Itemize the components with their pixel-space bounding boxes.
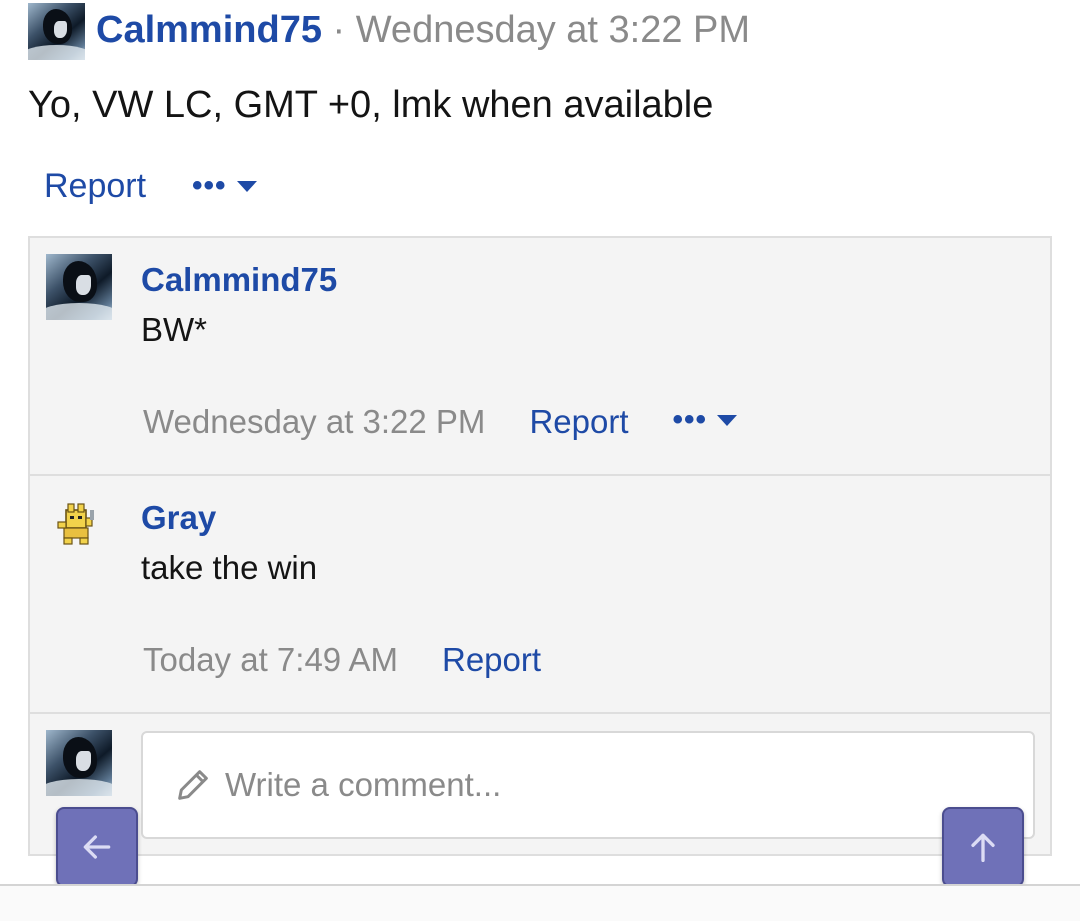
comment-report-link[interactable]: Report bbox=[442, 640, 541, 680]
write-comment-placeholder: Write a comment... bbox=[225, 766, 502, 803]
comment-report-link[interactable]: Report bbox=[529, 402, 628, 442]
arrow-left-icon bbox=[83, 835, 111, 859]
comment-meta: Today at 7:49 AM Report bbox=[143, 640, 541, 680]
write-comment-input[interactable]: Write a comment... bbox=[141, 731, 1035, 839]
comment-text: take the win bbox=[141, 549, 318, 586]
caret-down-icon bbox=[236, 180, 257, 192]
post-author-avatar[interactable] bbox=[28, 3, 85, 60]
comment-meta: Wednesday at 3:22 PM Report ••• bbox=[143, 402, 738, 442]
post-author-link[interactable]: Calmmind75 bbox=[96, 9, 322, 51]
comment-author-link[interactable]: Gray bbox=[141, 498, 216, 538]
back-button[interactable] bbox=[56, 807, 138, 887]
post-actions: Report bbox=[44, 166, 146, 206]
post-timestamp[interactable]: Wednesday at 3:22 PM bbox=[356, 9, 750, 51]
pencil-icon bbox=[178, 770, 208, 800]
pokemon-avatar-icon[interactable] bbox=[52, 500, 100, 548]
scroll-to-top-button[interactable] bbox=[942, 807, 1024, 887]
header-separator: · bbox=[332, 9, 346, 51]
current-user-avatar bbox=[46, 730, 112, 796]
caret-down-icon bbox=[717, 414, 738, 426]
comment-author-avatar[interactable] bbox=[46, 254, 112, 320]
comment-more-menu[interactable]: ••• bbox=[672, 403, 738, 436]
post-body: Yo, VW LC, GMT +0, lmk when available bbox=[28, 84, 714, 126]
post-header: Calmmind75 · Wednesday at 3:22 PM bbox=[96, 8, 750, 52]
more-dots-icon: ••• bbox=[192, 169, 227, 202]
more-dots-icon: ••• bbox=[672, 403, 708, 436]
comment-timestamp[interactable]: Wednesday at 3:22 PM bbox=[143, 402, 485, 442]
arrow-up-icon bbox=[971, 833, 995, 862]
comment-text: BW* bbox=[141, 311, 207, 348]
comment-author-link[interactable]: Calmmind75 bbox=[141, 260, 337, 300]
bottom-bar bbox=[0, 884, 1080, 921]
post-report-link[interactable]: Report bbox=[44, 167, 146, 205]
comment-item: Gray take the win Today at 7:49 AM Repor… bbox=[30, 476, 1050, 714]
comments-section: Calmmind75 BW* Wednesday at 3:22 PM Repo… bbox=[28, 236, 1052, 856]
comment-item: Calmmind75 BW* Wednesday at 3:22 PM Repo… bbox=[30, 238, 1050, 476]
post-more-menu[interactable]: ••• bbox=[192, 169, 257, 202]
comment-timestamp[interactable]: Today at 7:49 AM bbox=[143, 640, 398, 680]
